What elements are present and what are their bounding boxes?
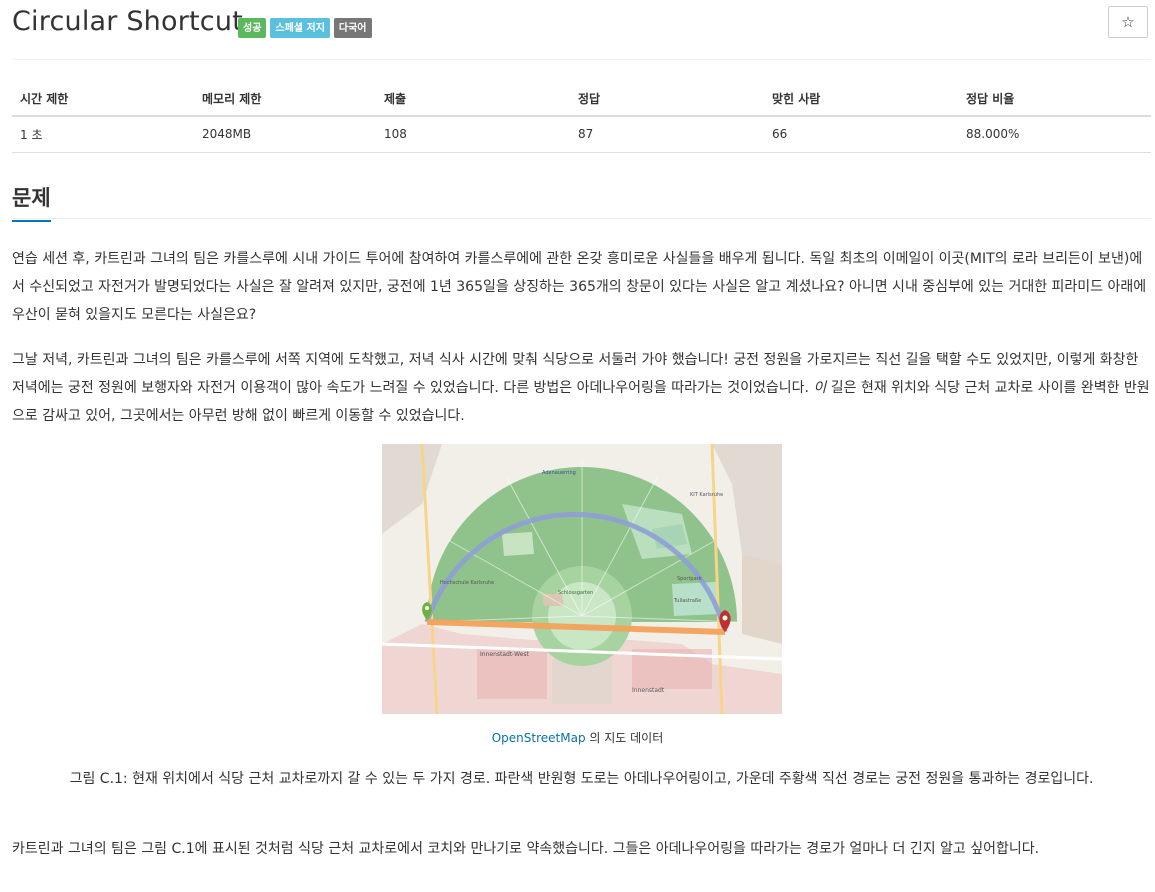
paragraph-2-emphasis: 이 <box>813 380 827 396</box>
badge-success[interactable]: 성공 <box>238 18 267 38</box>
stats-header-row: 시간 제한 메모리 제한 제출 정답 맞힌 사람 정답 비율 <box>12 82 1151 117</box>
star-icon: ☆ <box>1121 13 1135 31</box>
kit-campus <box>742 554 782 644</box>
map-credit: OpenStreetMap 의 지도 데이터 <box>0 729 1155 746</box>
problem-paragraph-2: 그날 저녁, 카트린과 그녀의 팀은 카를스루에 서쪽 지역에 도착했고, 저녁… <box>12 346 1151 430</box>
stats-header-solved-users: 맞힌 사람 <box>764 82 958 117</box>
stats-header-submissions: 제출 <box>376 82 570 117</box>
end-marker-dot <box>722 615 728 621</box>
map-figure: Schlossgarten Innenstadt-West Innenstadt… <box>382 444 782 714</box>
label-innenstadt-west: Innenstadt-West <box>480 651 530 658</box>
problem-paragraph-3: 카트린과 그녀의 팀은 그림 C.1에 표시된 것처럼 식당 근처 교차로에서 … <box>12 841 1040 857</box>
problem-badges: 성공 스페셜 저지 다국어 <box>238 18 372 38</box>
clearing <box>502 532 534 556</box>
stats-solved-users[interactable]: 66 <box>764 116 958 153</box>
start-marker-dot <box>425 606 429 610</box>
stats-ratio: 88.000% <box>958 116 1151 153</box>
problem-section-header: 문제 <box>12 182 1151 222</box>
problem-stats-table: 시간 제한 메모리 제한 제출 정답 맞힌 사람 정답 비율 1 초 2048M… <box>12 82 1151 153</box>
section-title: 문제 <box>12 182 51 222</box>
stats-header-accepted: 정답 <box>570 82 764 117</box>
problem-paragraph-1: 연습 세션 후, 카트린과 그녀의 팀은 카를스루에 시내 가이드 투어에 참여… <box>12 251 1147 323</box>
badge-special-judge[interactable]: 스페셜 저지 <box>270 18 330 38</box>
label-hochschule: Hochschule Karlsruhe <box>440 580 494 586</box>
problem-title: Circular Shortcut <box>12 6 243 37</box>
stats-time-limit: 1 초 <box>12 116 194 153</box>
header-divider <box>12 59 1151 60</box>
figure-caption: 그림 C.1: 현재 위치에서 식당 근처 교차로까지 갈 수 있는 두 가지 … <box>69 771 1094 787</box>
label-kit: KIT Karlsruhe <box>690 492 723 498</box>
label-innenstadt: Innenstadt <box>632 687 665 694</box>
favorite-button[interactable]: ☆ <box>1108 6 1148 38</box>
map-image: Schlossgarten Innenstadt-West Innenstadt… <box>382 444 782 714</box>
label-schlossgarten: Schlossgarten <box>558 590 593 596</box>
label-sportpark: Sportpark <box>677 576 702 582</box>
label-tulla: Tullastraße <box>673 598 701 604</box>
problem-page: Circular Shortcut 성공 스페셜 저지 다국어 ☆ 시간 제한 … <box>0 0 1155 892</box>
openstreetmap-link[interactable]: OpenStreetMap <box>492 731 586 745</box>
label-adenauerring: Adenauerring <box>542 470 576 476</box>
stats-memory-limit: 2048MB <box>194 116 376 153</box>
stats-header-ratio: 정답 비율 <box>958 82 1151 117</box>
badge-multilingual[interactable]: 다국어 <box>333 18 372 38</box>
problem-header: Circular Shortcut 성공 스페셜 저지 다국어 ☆ <box>12 6 1151 46</box>
stats-accepted[interactable]: 87 <box>570 116 764 153</box>
stats-header-memory-limit: 메모리 제한 <box>194 82 376 117</box>
map-credit-text: 의 지도 데이터 <box>585 731 664 745</box>
stats-value-row: 1 초 2048MB 108 87 66 88.000% <box>12 116 1151 153</box>
stats-submissions[interactable]: 108 <box>376 116 570 153</box>
stats-header-time-limit: 시간 제한 <box>12 82 194 117</box>
